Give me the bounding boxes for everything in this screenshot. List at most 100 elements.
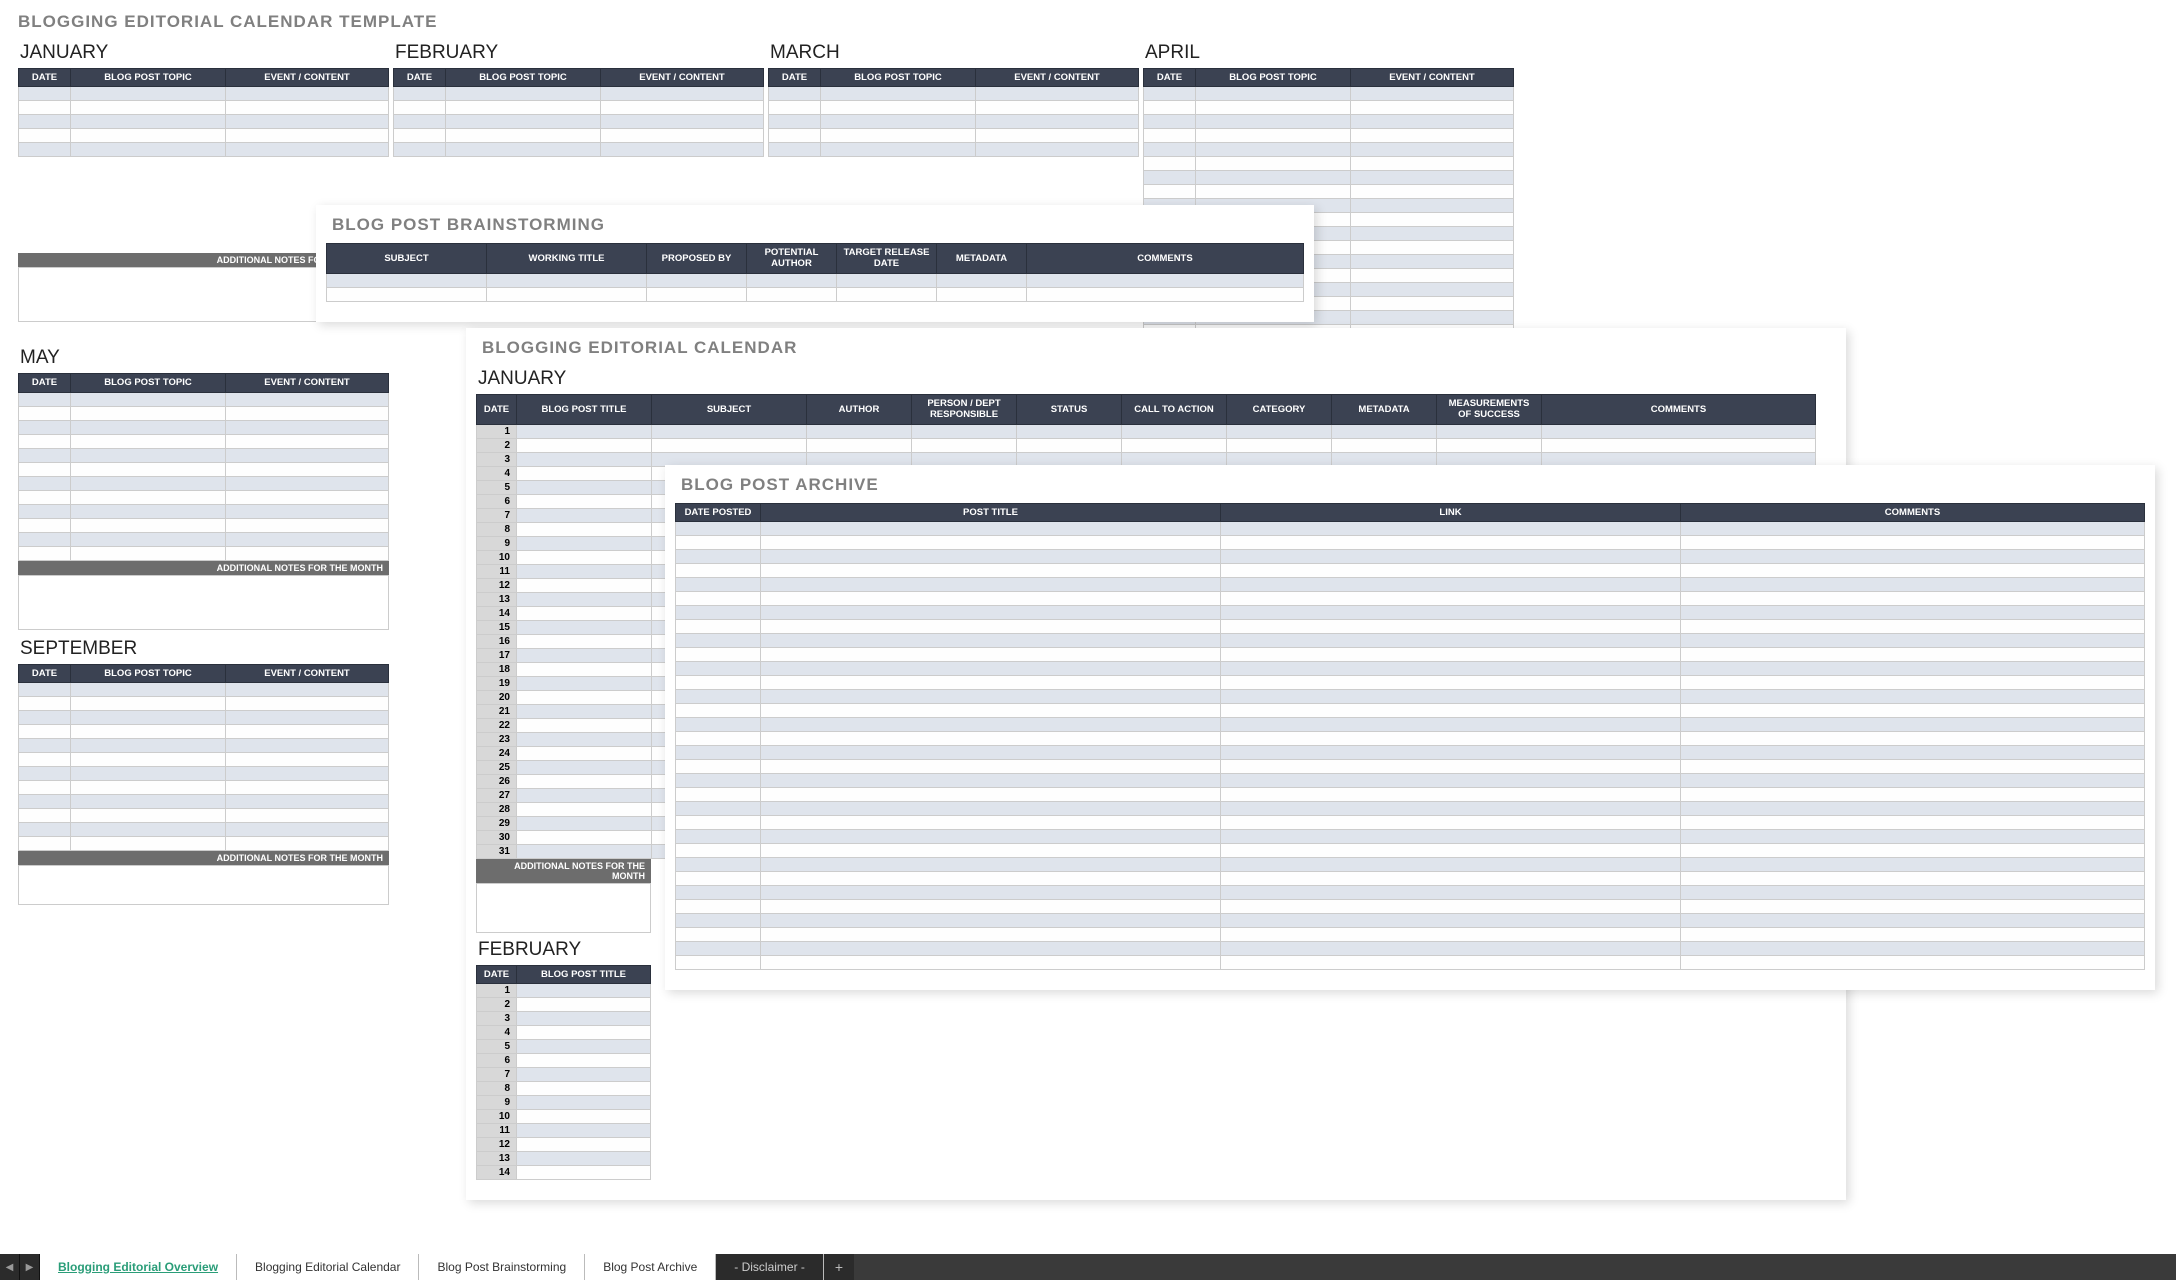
cell[interactable]: 31 [477, 844, 517, 858]
cell[interactable] [1681, 844, 2145, 858]
cell[interactable] [976, 143, 1139, 157]
cell[interactable] [226, 392, 389, 406]
cell[interactable] [517, 564, 652, 578]
cell[interactable] [676, 550, 761, 564]
cell[interactable] [1681, 732, 2145, 746]
table-row[interactable] [769, 115, 1139, 129]
cell[interactable] [1221, 746, 1681, 760]
table-row[interactable] [676, 634, 2145, 648]
table-row[interactable] [19, 448, 389, 462]
table-row[interactable] [19, 767, 389, 781]
cell[interactable] [446, 143, 601, 157]
cell[interactable] [71, 739, 226, 753]
table-row[interactable] [676, 676, 2145, 690]
cell[interactable] [1221, 774, 1681, 788]
table-row[interactable] [676, 858, 2145, 872]
cell[interactable] [19, 462, 71, 476]
table-row[interactable] [1144, 143, 1514, 157]
cell[interactable] [226, 767, 389, 781]
table-row[interactable] [676, 718, 2145, 732]
archive-table[interactable]: DATE POSTED POST TITLE LINK COMMENTS [675, 503, 2145, 970]
table-row[interactable] [1144, 129, 1514, 143]
cell[interactable] [761, 690, 1221, 704]
table-row[interactable] [676, 648, 2145, 662]
cell[interactable] [821, 87, 976, 101]
cell[interactable] [1351, 227, 1514, 241]
cell[interactable] [761, 704, 1221, 718]
cell[interactable] [517, 704, 652, 718]
table-row[interactable] [327, 287, 1304, 301]
table-row[interactable] [19, 781, 389, 795]
cell[interactable] [761, 578, 1221, 592]
table-row[interactable] [19, 420, 389, 434]
cell[interactable] [761, 816, 1221, 830]
cell[interactable] [821, 143, 976, 157]
cell[interactable] [1221, 900, 1681, 914]
cell[interactable] [517, 592, 652, 606]
cell[interactable] [769, 129, 821, 143]
cell[interactable] [1681, 578, 2145, 592]
cell[interactable]: 19 [477, 676, 517, 690]
cell[interactable] [1351, 311, 1514, 325]
cell[interactable] [676, 774, 761, 788]
cell[interactable]: 14 [477, 1166, 517, 1180]
table-row[interactable] [676, 746, 2145, 760]
cell[interactable] [676, 732, 761, 746]
cell[interactable]: 27 [477, 788, 517, 802]
table-row[interactable] [19, 392, 389, 406]
table-row[interactable]: 7 [477, 1068, 651, 1082]
cell[interactable] [761, 648, 1221, 662]
cell[interactable] [1196, 143, 1351, 157]
notes-box[interactable] [18, 865, 389, 905]
cell[interactable] [517, 1152, 651, 1166]
cell[interactable] [71, 406, 226, 420]
cell[interactable] [676, 620, 761, 634]
cell[interactable] [1542, 438, 1816, 452]
notes-box[interactable] [476, 883, 651, 933]
table-row[interactable] [676, 816, 2145, 830]
cell[interactable] [71, 809, 226, 823]
table-row[interactable] [19, 115, 389, 129]
cell[interactable] [1681, 690, 2145, 704]
cell[interactable] [1221, 522, 1681, 536]
cell[interactable] [71, 476, 226, 490]
cell[interactable] [821, 115, 976, 129]
table-row[interactable]: 8 [477, 1082, 651, 1096]
cell[interactable] [761, 634, 1221, 648]
cell[interactable] [976, 101, 1139, 115]
cell[interactable] [1221, 634, 1681, 648]
cell[interactable] [19, 476, 71, 490]
cell[interactable] [487, 287, 647, 301]
cell[interactable] [1027, 287, 1304, 301]
cell[interactable] [517, 424, 652, 438]
cell[interactable] [71, 837, 226, 851]
cell[interactable] [976, 129, 1139, 143]
table-row[interactable] [19, 837, 389, 851]
cell[interactable] [1437, 424, 1542, 438]
table-row[interactable]: 5 [477, 1040, 651, 1054]
month-table[interactable]: DATE BLOG POST TOPIC EVENT / CONTENT [18, 373, 389, 560]
cell[interactable] [1221, 802, 1681, 816]
table-row[interactable] [676, 956, 2145, 970]
cell[interactable] [19, 518, 71, 532]
cell[interactable] [226, 87, 389, 101]
cell[interactable] [601, 87, 764, 101]
cell[interactable] [1144, 101, 1196, 115]
cell[interactable]: 15 [477, 620, 517, 634]
table-row[interactable] [676, 550, 2145, 564]
cell[interactable] [71, 129, 226, 143]
cell[interactable]: 4 [477, 1026, 517, 1040]
cell[interactable] [1681, 858, 2145, 872]
cell[interactable] [517, 480, 652, 494]
cell[interactable] [761, 522, 1221, 536]
cell[interactable] [517, 620, 652, 634]
cell[interactable] [1681, 676, 2145, 690]
cell[interactable]: 25 [477, 760, 517, 774]
sheet-tab-brainstorming[interactable]: Blog Post Brainstorming [419, 1254, 585, 1280]
table-row[interactable] [676, 942, 2145, 956]
cell[interactable] [676, 662, 761, 676]
cell[interactable] [1196, 157, 1351, 171]
cell[interactable] [1221, 578, 1681, 592]
cell[interactable] [1351, 143, 1514, 157]
cell[interactable] [601, 129, 764, 143]
